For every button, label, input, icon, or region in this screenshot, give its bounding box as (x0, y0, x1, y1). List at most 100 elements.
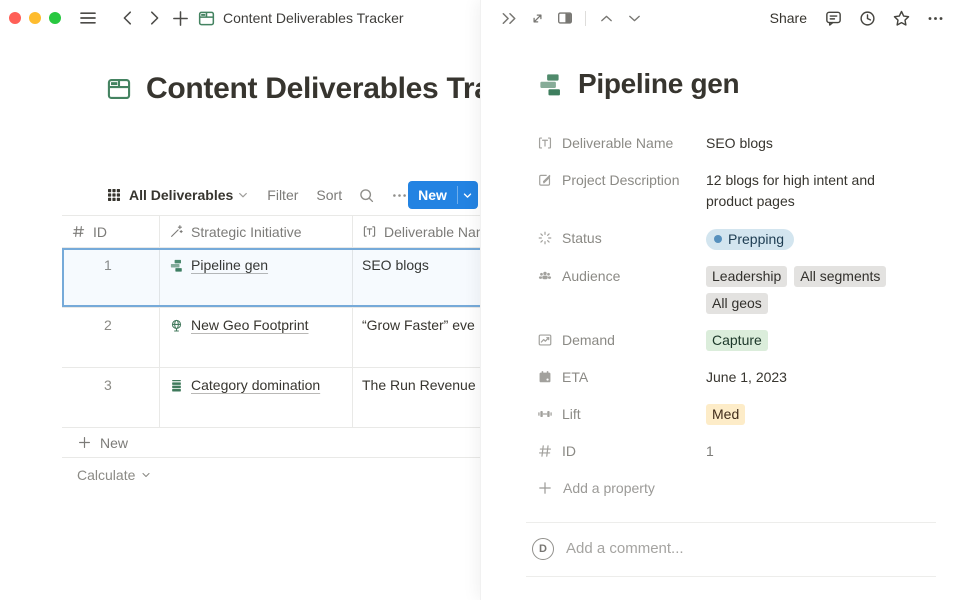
page-board-icon (193, 5, 219, 31)
toolbar-divider (585, 11, 586, 26)
audience-tag[interactable]: All segments (794, 266, 886, 287)
cell-id[interactable]: 1 (62, 248, 160, 307)
back-icon[interactable] (115, 5, 141, 31)
status-dot (714, 235, 722, 243)
property-label[interactable]: ID (537, 441, 706, 462)
relation-link[interactable]: Pipeline gen (191, 257, 268, 273)
property-row-eta: ETA June 1, 2023 (537, 359, 936, 396)
relation-link[interactable]: New Geo Footprint (191, 317, 309, 333)
add-property-button[interactable]: Add a property (537, 470, 936, 506)
view-name[interactable]: All Deliverables (129, 187, 233, 203)
hash-icon (537, 443, 553, 459)
audience-tag[interactable]: All geos (706, 293, 768, 314)
table-row[interactable]: 1 Pipeline gen SEO blogs (62, 248, 480, 308)
status-burst-icon (537, 230, 553, 246)
add-comment-input[interactable]: Add a comment... (566, 540, 684, 557)
window-title: Content Deliverables Tracker (223, 10, 404, 26)
property-row-demand: Demand Capture (537, 322, 936, 359)
close-window-button[interactable] (9, 12, 21, 24)
relation-link[interactable]: Category domination (191, 377, 320, 393)
property-label[interactable]: Project Description (537, 170, 706, 191)
cell-id[interactable]: 3 (62, 368, 160, 427)
view-chevron-down-icon[interactable] (237, 189, 249, 201)
property-label[interactable]: Status (537, 228, 706, 249)
property-value: Leadership All segments All geos (706, 266, 936, 314)
zoom-window-button[interactable] (49, 12, 61, 24)
dumbbell-icon (537, 406, 553, 422)
audience-tag[interactable]: Leadership (706, 266, 787, 287)
sort-button[interactable]: Sort (316, 187, 342, 203)
property-value: Med (706, 404, 936, 425)
property-value: Prepping (706, 228, 936, 250)
new-record-button[interactable]: New (408, 181, 457, 209)
status-tag[interactable]: Prepping (706, 229, 794, 250)
sidebar-menu-icon[interactable] (75, 5, 101, 31)
cell-strategic-initiative[interactable]: Pipeline gen (160, 248, 353, 307)
column-header-strategic-initiative[interactable]: Strategic Initiative (160, 216, 353, 247)
property-row-deliverable-name: Deliverable Name SEO blogs (537, 125, 936, 162)
property-value[interactable]: 1 (706, 441, 936, 462)
table-row[interactable]: 3 Category domination The Run Revenue S (62, 368, 480, 428)
property-label[interactable]: Audience (537, 266, 706, 287)
forward-icon[interactable] (141, 5, 167, 31)
page-header: Content Deliverables Tracker (105, 72, 480, 106)
cell-strategic-initiative[interactable]: Category domination (160, 368, 353, 427)
property-value[interactable]: SEO blogs (706, 133, 936, 154)
trend-chart-icon (537, 332, 553, 348)
lift-tag[interactable]: Med (706, 404, 745, 425)
next-record-icon[interactable] (622, 6, 646, 30)
new-record-split-button: New (408, 181, 478, 209)
cell-deliverable-name[interactable]: SEO blogs (353, 248, 480, 307)
property-value[interactable]: 12 blogs for high intent and product pag… (706, 170, 894, 212)
property-label[interactable]: Lift (537, 404, 706, 425)
cell-deliverable-name[interactable]: The Run Revenue S (353, 368, 480, 427)
search-icon[interactable] (358, 187, 375, 204)
view-toolbar: All Deliverables Filter Sort New (106, 178, 478, 212)
page-title[interactable]: Content Deliverables Tracker (146, 72, 480, 106)
table-row[interactable]: 2 New Geo Footprint “Grow Faster” eve (62, 308, 480, 368)
new-record-dropdown-icon[interactable] (458, 181, 478, 209)
share-button[interactable]: Share (770, 10, 807, 26)
more-options-icon[interactable] (923, 6, 947, 30)
close-peek-icon[interactable] (497, 6, 521, 30)
table-view-icon[interactable] (106, 187, 122, 203)
favorite-star-icon[interactable] (889, 6, 913, 30)
page-board-icon[interactable] (105, 75, 133, 103)
previous-record-icon[interactable] (594, 6, 618, 30)
avatar: D (532, 538, 554, 560)
more-options-icon[interactable] (391, 187, 408, 204)
property-row-id: ID 1 (537, 433, 936, 470)
demand-tag[interactable]: Capture (706, 330, 768, 351)
people-icon (537, 268, 553, 284)
property-row-audience: Audience Leadership All segments All geo… (537, 258, 936, 322)
record-title[interactable]: Pipeline gen (578, 68, 739, 100)
side-peek-toggle-icon[interactable] (553, 6, 577, 30)
minimize-window-button[interactable] (29, 12, 41, 24)
property-value[interactable]: June 1, 2023 (706, 367, 936, 388)
column-header-id[interactable]: ID (62, 216, 160, 247)
traffic-lights (9, 12, 61, 24)
deliverables-table: ID Strategic Initiative Deliverable Name… (62, 215, 480, 491)
table-new-row-button[interactable]: New (62, 428, 480, 458)
pipeline-bars-icon (537, 71, 564, 98)
property-label[interactable]: ETA (537, 367, 706, 388)
panel-toolbar-actions: Share (770, 6, 947, 30)
new-page-icon[interactable] (167, 5, 193, 31)
property-label[interactable]: Demand (537, 330, 706, 351)
calculate-button[interactable]: Calculate (62, 458, 480, 491)
property-row-project-description: Project Description 12 blogs for high in… (537, 162, 936, 220)
expand-page-icon[interactable] (525, 6, 549, 30)
plus-icon (537, 480, 553, 496)
updates-clock-icon[interactable] (855, 6, 879, 30)
cell-id[interactable]: 2 (62, 308, 160, 367)
filter-button[interactable]: Filter (267, 187, 298, 203)
cell-deliverable-name[interactable]: “Grow Faster” eve (353, 308, 480, 367)
comments-icon[interactable] (821, 6, 845, 30)
property-label[interactable]: Deliverable Name (537, 133, 706, 154)
panel-toolbar: Share (481, 0, 960, 36)
cell-strategic-initiative[interactable]: New Geo Footprint (160, 308, 353, 367)
peek-panel: Share Pipeline gen (480, 0, 960, 600)
column-header-deliverable-name[interactable]: Deliverable Name (353, 216, 480, 247)
app-window: Content Deliverables Tracker Content Del… (0, 0, 960, 600)
property-row-status: Status Prepping (537, 220, 936, 258)
